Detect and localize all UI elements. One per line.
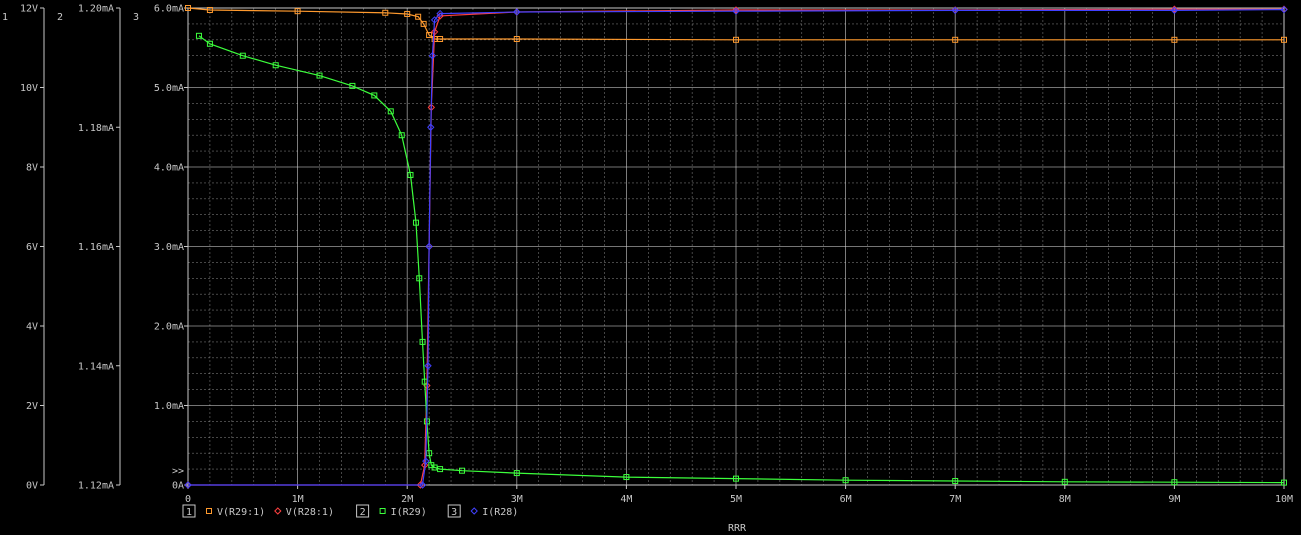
legend-label: I(R29) <box>391 507 427 518</box>
x-tick-label: 1M <box>292 494 304 505</box>
y-tick-label: 1.18mA <box>78 123 114 134</box>
y-tick-label: 1.12mA <box>78 481 114 492</box>
y-tick-label: 2V <box>26 401 38 412</box>
y-tick-label: 1.14mA <box>78 361 114 372</box>
legend-axis-id: 3 <box>451 507 457 518</box>
cursor-marker: >> <box>172 466 184 477</box>
legend-label: V(R29:1) <box>217 507 265 518</box>
y-tick-label: 6V <box>26 242 38 253</box>
x-tick-label: 8M <box>1059 494 1071 505</box>
x-tick-label: 6M <box>840 494 852 505</box>
x-tick-label: 5M <box>730 494 742 505</box>
y-tick-label: 10V <box>20 83 38 94</box>
y-tick-label: 0A <box>172 481 184 492</box>
legend-axis-id: 1 <box>186 507 192 518</box>
x-tick-label: 10M <box>1275 494 1293 505</box>
x-tick-label: 0 <box>185 494 191 505</box>
x-tick-label: 3M <box>511 494 523 505</box>
y-tick-label: 1.0mA <box>154 401 184 412</box>
y-tick-label: 2.0mA <box>154 322 184 333</box>
x-tick-label: 4M <box>620 494 632 505</box>
y-tick-label: 1.20mA <box>78 4 114 15</box>
legend-label: I(R28) <box>482 507 518 518</box>
y-tick-label: 5.0mA <box>154 83 184 94</box>
y-tick-label: 1.16mA <box>78 242 114 253</box>
y-tick-label: 0V <box>26 481 38 492</box>
y-axis-id: 2 <box>57 12 63 23</box>
x-tick-label: 2M <box>401 494 413 505</box>
y-tick-label: 12V <box>20 4 38 15</box>
plot-background <box>0 0 1301 535</box>
legend-axis-id: 2 <box>360 507 366 518</box>
y-axis-id: 1 <box>2 12 8 23</box>
x-axis-label: RRR <box>728 523 747 534</box>
probe-plot: 10V2V4V6V8V10V12V21.12mA1.14mA1.16mA1.18… <box>0 0 1301 535</box>
x-tick-label: 7M <box>949 494 961 505</box>
legend-label: V(R28:1) <box>286 507 334 518</box>
y-tick-label: 4.0mA <box>154 163 184 174</box>
y-tick-label: 4V <box>26 322 38 333</box>
y-axis-id: 3 <box>133 12 139 23</box>
y-tick-label: 8V <box>26 163 38 174</box>
x-tick-label: 9M <box>1168 494 1180 505</box>
y-tick-label: 3.0mA <box>154 242 184 253</box>
y-tick-label: 6.0mA <box>154 4 184 15</box>
